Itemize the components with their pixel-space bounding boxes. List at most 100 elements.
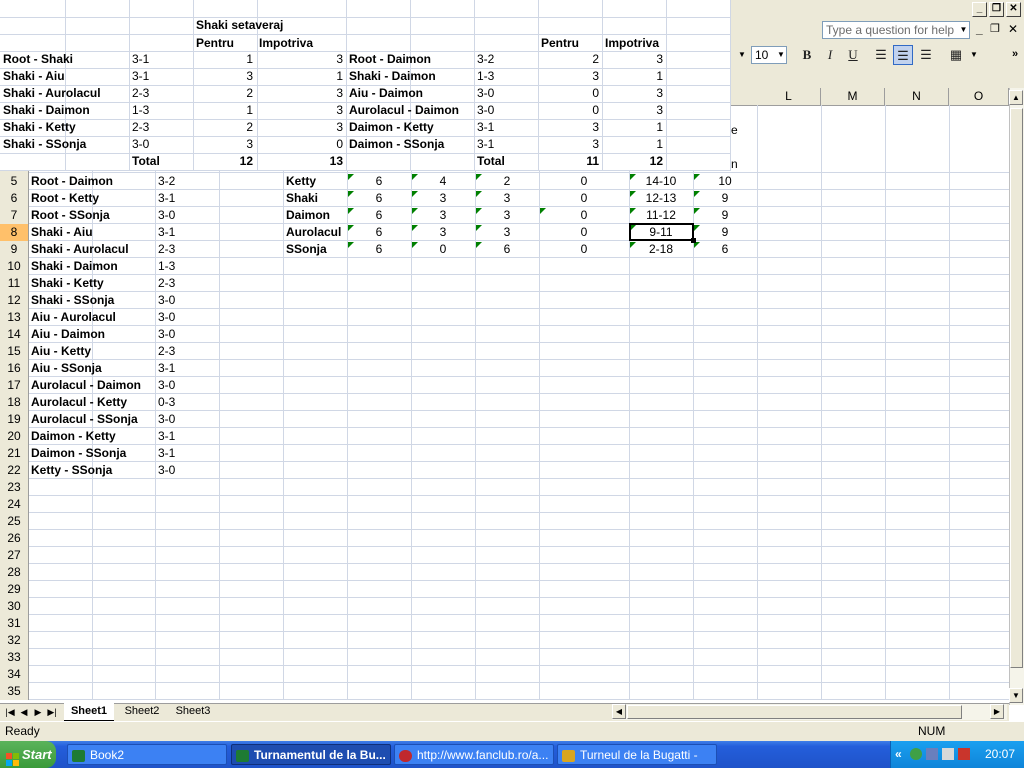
row-header-16[interactable]: 16 bbox=[0, 360, 28, 377]
prev-sheet-icon[interactable]: ◀ bbox=[18, 705, 30, 719]
vertical-scroll-thumb[interactable] bbox=[1010, 108, 1023, 668]
scroll-up-icon[interactable]: ▲ bbox=[1009, 90, 1023, 105]
column-header-l[interactable]: L bbox=[757, 88, 821, 105]
tray-monitor-icon[interactable] bbox=[942, 748, 954, 760]
close-icon[interactable]: ✕ bbox=[1006, 2, 1021, 17]
borders-icon[interactable]: ▦ bbox=[946, 45, 966, 65]
overlay-left-impotriva: 3 bbox=[336, 120, 343, 134]
standings-cell-points: 6 bbox=[721, 242, 729, 256]
italic-button[interactable]: I bbox=[820, 45, 840, 65]
row-header-12[interactable]: 12 bbox=[0, 292, 28, 309]
column-header-n[interactable]: N bbox=[885, 88, 949, 105]
tray-sync-icon[interactable] bbox=[958, 748, 970, 760]
last-sheet-icon[interactable]: ▶| bbox=[46, 705, 58, 719]
row-header-7[interactable]: 7 bbox=[0, 207, 28, 224]
row-header-34[interactable]: 34 bbox=[0, 666, 28, 683]
row-header-8[interactable]: 8 bbox=[0, 224, 28, 241]
borders-dropdown-icon[interactable]: ▼ bbox=[970, 50, 978, 59]
row-header-5[interactable]: 5 bbox=[0, 173, 28, 190]
sheet-tab-sheet3[interactable]: Sheet3 bbox=[169, 703, 217, 720]
grid-line bbox=[28, 614, 1009, 615]
row-header-9[interactable]: 9 bbox=[0, 241, 28, 258]
column-header-o[interactable]: O bbox=[949, 88, 1009, 105]
align-right-icon[interactable]: ☰ bbox=[916, 45, 936, 65]
minimize-icon[interactable]: _ bbox=[972, 2, 987, 17]
taskbar-item-book2[interactable]: Book2 bbox=[67, 744, 227, 765]
row-header-28[interactable]: 28 bbox=[0, 564, 28, 581]
row-header-22[interactable]: 22 bbox=[0, 462, 28, 479]
standings-cell-sets: 11-12 bbox=[646, 208, 676, 222]
restore-icon[interactable]: ❐ bbox=[989, 2, 1004, 17]
column-header-m[interactable]: M bbox=[821, 88, 885, 105]
row-header-27[interactable]: 27 bbox=[0, 547, 28, 564]
help-search-input[interactable]: Type a question for help bbox=[822, 21, 970, 39]
tray-expand-icon[interactable]: « bbox=[895, 747, 902, 761]
overlay-impotriva-header-2: Impotriva bbox=[605, 36, 660, 50]
row-header-25[interactable]: 25 bbox=[0, 513, 28, 530]
row-header-10[interactable]: 10 bbox=[0, 258, 28, 275]
row-header-26[interactable]: 26 bbox=[0, 530, 28, 547]
row-header-18[interactable]: 18 bbox=[0, 394, 28, 411]
row-header-14[interactable]: 14 bbox=[0, 326, 28, 343]
row-header-19[interactable]: 19 bbox=[0, 411, 28, 428]
match-score: 0-3 bbox=[158, 395, 176, 409]
scroll-left-icon[interactable]: ◀ bbox=[612, 704, 626, 719]
row-header-29[interactable]: 29 bbox=[0, 581, 28, 598]
row-header-32[interactable]: 32 bbox=[0, 632, 28, 649]
windows-logo-icon bbox=[6, 748, 19, 766]
overlay-total-impotriva-2: 12 bbox=[649, 154, 663, 168]
standings-cell-c1: 6 bbox=[375, 191, 383, 205]
overlay-left-impotriva: 0 bbox=[336, 137, 343, 151]
row-header-31[interactable]: 31 bbox=[0, 615, 28, 632]
error-indicator-icon bbox=[348, 225, 354, 231]
taskbar-item-turnamentul[interactable]: Turnamentul de la Bu... bbox=[231, 744, 391, 765]
row-header-20[interactable]: 20 bbox=[0, 428, 28, 445]
overlay-right-pentru: 3 bbox=[592, 120, 599, 134]
bold-button[interactable]: B bbox=[797, 45, 817, 65]
standings-cell-c3: 6 bbox=[503, 242, 511, 256]
match-pair: Root - SSonja bbox=[31, 208, 110, 222]
align-left-icon[interactable]: ☰ bbox=[871, 45, 891, 65]
row-header-11[interactable]: 11 bbox=[0, 275, 28, 292]
error-indicator-icon bbox=[694, 225, 700, 231]
sheet-tab-sheet1[interactable]: Sheet1 bbox=[64, 703, 114, 721]
row-header-6[interactable]: 6 bbox=[0, 190, 28, 207]
first-sheet-icon[interactable]: |◀ bbox=[4, 705, 16, 719]
row-header-30[interactable]: 30 bbox=[0, 598, 28, 615]
scroll-right-icon[interactable]: ▶ bbox=[990, 704, 1004, 719]
horizontal-scroll-thumb[interactable] bbox=[627, 705, 962, 719]
standings-cell-c1: 6 bbox=[375, 174, 383, 188]
font-size-dropdown-icon[interactable]: ▼ bbox=[777, 50, 785, 59]
start-button[interactable]: Start bbox=[0, 741, 56, 768]
taskbar-item-fanclub[interactable]: http://www.fanclub.ro/a... bbox=[394, 744, 554, 765]
font-dropdown-icon[interactable]: ▼ bbox=[738, 50, 746, 59]
row-header-13[interactable]: 13 bbox=[0, 309, 28, 326]
tray-network-icon[interactable] bbox=[926, 748, 938, 760]
row-header-23[interactable]: 23 bbox=[0, 479, 28, 496]
doc-close-icon[interactable]: ✕ bbox=[1008, 22, 1018, 36]
overlay-right-score: 3-1 bbox=[477, 137, 495, 151]
chevron-down-icon[interactable]: ▼ bbox=[958, 22, 969, 38]
row-header-17[interactable]: 17 bbox=[0, 377, 28, 394]
standings-team: Shaki bbox=[286, 191, 319, 205]
overlay-left-pair: Root - Shaki bbox=[3, 52, 74, 66]
row-header-21[interactable]: 21 bbox=[0, 445, 28, 462]
next-sheet-icon[interactable]: ▶ bbox=[32, 705, 44, 719]
tray-app-icon-1[interactable] bbox=[910, 748, 922, 760]
overlay-total-pentru-2: 11 bbox=[586, 154, 599, 168]
doc-restore-icon[interactable]: ❐ bbox=[990, 22, 1000, 35]
underline-button[interactable]: U bbox=[843, 45, 863, 65]
standings-cell-c1: 6 bbox=[375, 225, 383, 239]
toolbar-options-icon[interactable]: » bbox=[1012, 48, 1018, 60]
align-center-icon[interactable]: ☰ bbox=[893, 45, 913, 65]
row-header-24[interactable]: 24 bbox=[0, 496, 28, 513]
row-header-33[interactable]: 33 bbox=[0, 649, 28, 666]
match-pair: Aiu - SSonja bbox=[31, 361, 102, 375]
sheet-tab-sheet2[interactable]: Sheet2 bbox=[118, 703, 166, 720]
doc-minimize-icon[interactable]: _ bbox=[976, 22, 983, 36]
row-header-15[interactable]: 15 bbox=[0, 343, 28, 360]
row-header-35[interactable]: 35 bbox=[0, 683, 28, 700]
scroll-down-icon[interactable]: ▼ bbox=[1009, 688, 1023, 703]
taskbar-item-turneul[interactable]: Turneul de la Bugatti - Gr... bbox=[557, 744, 717, 765]
taskbar-item-label: Turnamentul de la Bu... bbox=[254, 748, 386, 762]
